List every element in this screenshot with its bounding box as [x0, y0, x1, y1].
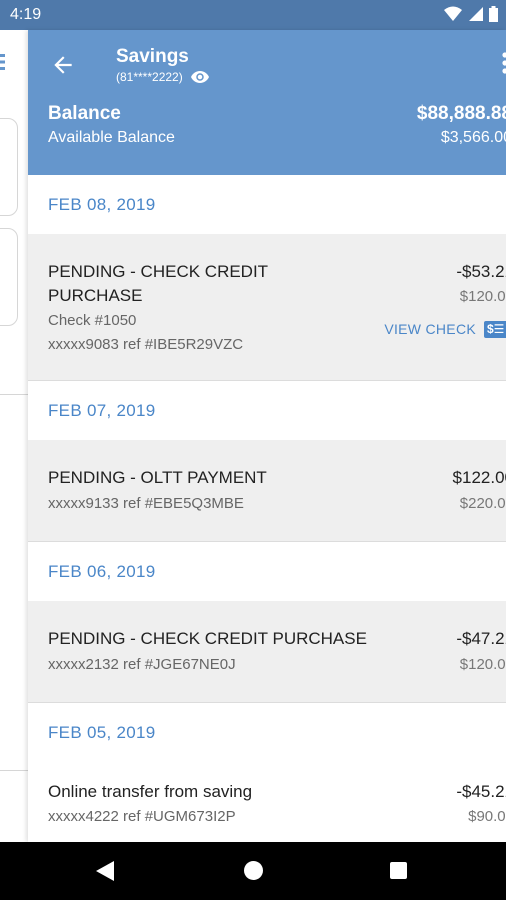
- underlying-panel: [0, 30, 28, 842]
- transaction-description: Online transfer from saving: [48, 782, 253, 801]
- more-vert-icon[interactable]: [502, 52, 506, 74]
- divider: [0, 770, 28, 771]
- transaction-list: FEB 08, 2019 PENDING - CHECK CREDIT PURC…: [28, 175, 506, 842]
- eye-icon[interactable]: [190, 71, 209, 83]
- transaction-amount: -$53.21: [456, 262, 506, 281]
- balance-value: $88,888.88: [416, 103, 506, 124]
- account-title: Savings: [116, 46, 189, 67]
- view-check-link[interactable]: VIEW CHECK: [384, 321, 476, 337]
- transaction-reference: xxxxx9083 ref #IBE5R29VZC: [48, 336, 244, 353]
- transaction-row[interactable]: PENDING - OLTT PAYMENT xxxxx9133 ref #EB…: [28, 440, 506, 542]
- transaction-description: PENDING - CHECK CREDIT PURCHASE: [48, 629, 367, 648]
- transaction-amount: -$47.21: [456, 629, 506, 648]
- transaction-description: PENDING - CHECK CREDIT PURCHASE: [48, 262, 269, 305]
- transaction-description: PENDING - OLTT PAYMENT: [48, 468, 267, 487]
- transaction-reference: xxxxx2132 ref #JGE67NE0J: [48, 656, 236, 673]
- date-header: FEB 07, 2019: [28, 381, 506, 440]
- account-number: (81****2222): [116, 70, 183, 84]
- background-card: [0, 228, 18, 326]
- navigation-bar: [0, 842, 506, 900]
- transaction-amount: -$45.21: [456, 782, 506, 801]
- running-balance: $90.03: [468, 808, 506, 825]
- nav-home-icon[interactable]: [244, 861, 263, 880]
- account-detail-panel: Savings (81****2222) Balance $88,888.88 …: [28, 30, 506, 842]
- account-header: Savings (81****2222) Balance $88,888.88 …: [28, 30, 506, 175]
- nav-recents-icon[interactable]: [390, 862, 407, 879]
- date-header: FEB 08, 2019: [28, 175, 506, 234]
- status-icons: [444, 6, 498, 22]
- status-time: 4:19: [10, 6, 42, 23]
- wifi-icon: [444, 6, 462, 21]
- running-balance: $120.03: [459, 656, 506, 673]
- account-number-row: (81****2222): [116, 70, 209, 84]
- running-balance: $220.03: [459, 495, 506, 512]
- hamburger-menu-icon[interactable]: [0, 52, 5, 72]
- nav-back-icon[interactable]: [96, 861, 114, 881]
- arrow-left-icon[interactable]: [50, 52, 76, 78]
- background-card: [0, 118, 18, 216]
- date-header: FEB 06, 2019: [28, 542, 506, 601]
- transaction-row[interactable]: Online transfer from saving xxxxx4222 re…: [28, 762, 506, 842]
- balance-label: Balance: [48, 103, 121, 124]
- status-bar: 4:19: [0, 0, 506, 30]
- date-header: FEB 05, 2019: [28, 703, 506, 762]
- running-balance: $120.03: [459, 288, 506, 305]
- transaction-reference: xxxxx4222 ref #UGM673I2P: [48, 808, 236, 825]
- divider: [0, 394, 28, 395]
- check-number: Check #1050: [48, 312, 137, 329]
- transaction-reference: xxxxx9133 ref #EBE5Q3MBE: [48, 495, 244, 512]
- available-balance-label: Available Balance: [48, 129, 175, 146]
- transaction-row[interactable]: PENDING - CHECK CREDIT PURCHASE xxxxx213…: [28, 601, 506, 703]
- transaction-amount: $122.00: [452, 468, 506, 487]
- battery-icon: [489, 6, 498, 22]
- available-balance-value: $3,566.00: [440, 129, 506, 146]
- transaction-row[interactable]: PENDING - CHECK CREDIT PURCHASE Check #1…: [28, 234, 506, 381]
- check-image-icon[interactable]: $☰: [484, 321, 506, 338]
- signal-icon: [469, 7, 483, 21]
